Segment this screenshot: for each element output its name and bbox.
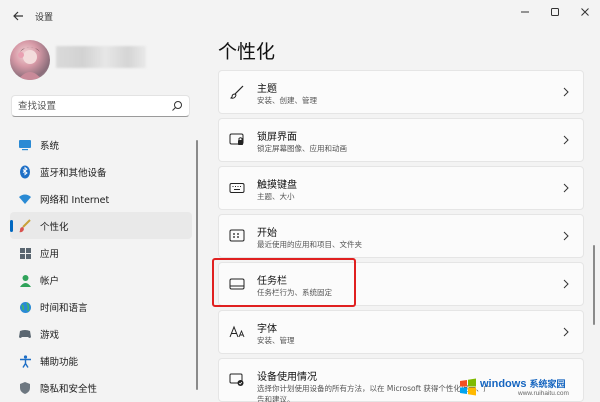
accessibility-icon [18, 354, 32, 368]
card-touch-keyboard[interactable]: 触摸键盘 主题、大小 [218, 166, 584, 210]
sidebar-item-accessibility[interactable]: 辅助功能 [10, 347, 192, 374]
card-subtitle: 安装、创建、管理 [257, 96, 317, 105]
watermark-brand: windows [480, 378, 527, 390]
sidebar-item-gaming[interactable]: 游戏 [10, 320, 192, 347]
title-bar: 设置 [0, 0, 600, 32]
sidebar-item-system[interactable]: 系统 [10, 131, 192, 158]
card-themes[interactable]: 主题 安装、创建、管理 [218, 70, 584, 114]
card-title: 触摸键盘 [257, 180, 297, 191]
chevron-right-icon [563, 87, 569, 97]
card-title: 主题 [257, 84, 277, 95]
sidebar-item-label: 游戏 [40, 330, 60, 341]
close-button[interactable] [570, 2, 600, 22]
settings-list: 主题 安装、创建、管理 锁屏界面 锁定屏幕图像、应用和动画 触摸键盘 主题、大小… [218, 70, 584, 402]
sidebar-item-privacy[interactable]: 隐私和安全性 [10, 374, 192, 401]
chevron-right-icon [563, 183, 569, 193]
card-title: 字体 [257, 324, 277, 335]
sidebar-item-accounts[interactable]: 帐户 [10, 266, 192, 293]
avatar[interactable] [10, 40, 50, 80]
account-icon [18, 273, 32, 287]
sidebar-item-time-language[interactable]: 时间和语言 [10, 293, 192, 320]
font-icon [229, 324, 245, 340]
sidebar-item-apps[interactable]: 应用 [10, 239, 192, 266]
back-button[interactable] [8, 6, 28, 26]
card-lock-screen[interactable]: 锁屏界面 锁定屏幕图像、应用和动画 [218, 118, 584, 162]
sidebar-item-label: 时间和语言 [40, 303, 88, 314]
sidebar-scrollbar[interactable] [196, 140, 198, 390]
start-icon [229, 228, 245, 244]
brush-icon [18, 219, 32, 233]
apps-icon [18, 246, 32, 260]
maximize-button[interactable] [540, 2, 570, 22]
main-scrollbar[interactable] [593, 245, 595, 325]
watermark-cn: 系统家园 [529, 379, 566, 389]
search-input[interactable] [18, 99, 168, 114]
keyboard-icon [229, 180, 245, 196]
card-title: 设备使用情况 [257, 372, 317, 383]
card-fonts[interactable]: 字体 安装、管理 [218, 310, 584, 354]
sidebar-item-label: 系统 [40, 141, 60, 152]
shield-icon [18, 381, 32, 395]
search-icon[interactable] [171, 100, 183, 112]
card-subtitle: 锁定屏幕图像、应用和动画 [257, 144, 347, 153]
chevron-right-icon [563, 135, 569, 145]
chevron-right-icon [563, 279, 569, 289]
card-title: 锁屏界面 [257, 132, 297, 143]
maximize-icon [551, 8, 559, 16]
sidebar-item-label: 个性化 [40, 222, 69, 233]
chevron-right-icon [563, 327, 569, 337]
avatar-image [18, 47, 42, 80]
minimize-button[interactable] [510, 2, 540, 22]
wifi-icon [18, 192, 32, 206]
bluetooth-icon [18, 165, 32, 179]
sidebar-item-personalization[interactable]: 个性化 [10, 212, 192, 239]
taskbar-highlight-box [212, 258, 356, 307]
watermark-url: www.ruihaitu.com [518, 390, 569, 397]
card-start[interactable]: 开始 最近使用的应用和项目、文件夹 [218, 214, 584, 258]
card-subtitle: 主题、大小 [257, 192, 295, 201]
globe-icon [18, 300, 32, 314]
watermark-title: windows 系统家园 [480, 377, 566, 390]
app-title: 设置 [35, 13, 54, 23]
system-icon [18, 138, 32, 152]
search-box[interactable] [11, 95, 190, 117]
back-arrow-icon [13, 11, 23, 21]
sidebar-item-label: 蓝牙和其他设备 [40, 168, 107, 179]
lock-screen-icon [229, 132, 245, 148]
device-usage-icon [229, 372, 245, 388]
card-subtitle: 最近使用的应用和项目、文件夹 [257, 240, 362, 249]
sidebar-item-label: 网络和 Internet [40, 195, 110, 206]
sidebar-item-label: 帐户 [40, 276, 60, 287]
sidebar-nav: 系统 蓝牙和其他设备 网络和 Internet 个性化 应用 帐户 时间和语言 … [10, 131, 192, 401]
sidebar-item-bluetooth[interactable]: 蓝牙和其他设备 [10, 158, 192, 185]
sidebar-item-label: 辅助功能 [40, 357, 79, 368]
sidebar-item-label: 隐私和安全性 [40, 384, 98, 395]
gamepad-icon [18, 327, 32, 341]
chevron-right-icon [563, 231, 569, 241]
page-title: 个性化 [218, 41, 276, 63]
windows-logo-icon [460, 378, 476, 396]
card-title: 开始 [257, 228, 277, 239]
user-name-redacted [56, 46, 146, 68]
brush-icon [229, 84, 245, 100]
close-icon [581, 8, 589, 16]
sidebar-item-network[interactable]: 网络和 Internet [10, 185, 192, 212]
minimize-icon [521, 11, 529, 13]
card-subtitle: 安装、管理 [257, 336, 295, 345]
site-watermark: windows 系统家园 www.ruihaitu.com [458, 374, 596, 400]
sidebar-item-label: 应用 [40, 249, 60, 260]
